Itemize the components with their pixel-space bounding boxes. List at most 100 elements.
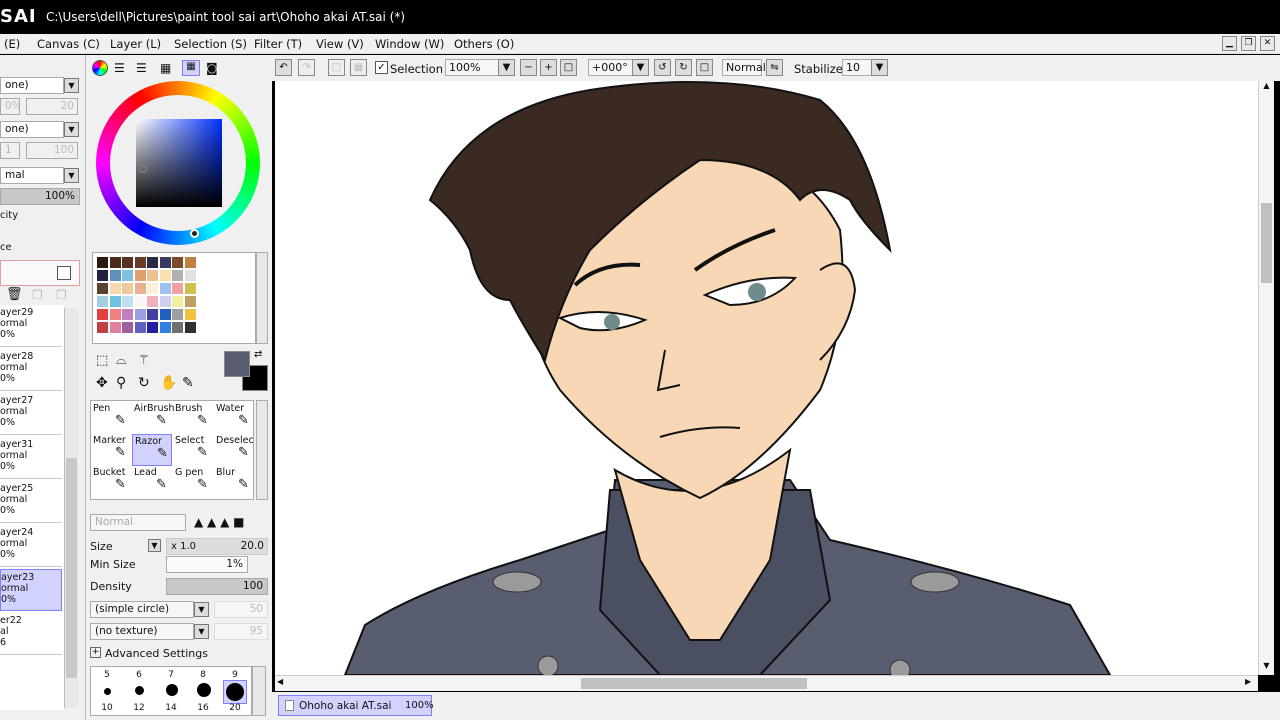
palette-swatch[interactable] bbox=[134, 322, 146, 333]
lasso-icon[interactable]: ⌓ bbox=[116, 353, 126, 368]
layer-item[interactable]: ayer25 ormal 0% bbox=[0, 481, 62, 523]
tool-lead[interactable]: Lead ✎ bbox=[132, 466, 172, 498]
restore-button[interactable]: ❐ bbox=[1241, 36, 1256, 51]
hscroll-thumb[interactable] bbox=[581, 678, 807, 689]
expand-icon[interactable]: + bbox=[90, 647, 101, 658]
palette-swatch[interactable] bbox=[134, 283, 146, 294]
tool-select[interactable]: Select ✎ bbox=[173, 434, 213, 466]
rotate-reset-icon[interactable]: □ bbox=[696, 59, 713, 76]
brush-shape-value[interactable]: 50 bbox=[214, 601, 268, 618]
tool-pen[interactable]: Pen ✎ bbox=[91, 402, 131, 434]
tool-blur[interactable]: Blur ✎ bbox=[214, 466, 253, 498]
menu-window[interactable]: Window (W) bbox=[375, 37, 444, 51]
swatch-palette[interactable] bbox=[92, 252, 256, 344]
palette-swatch[interactable] bbox=[159, 296, 171, 307]
primary-color[interactable] bbox=[224, 351, 250, 377]
palette-swatch[interactable] bbox=[172, 309, 183, 320]
minimize-button[interactable]: ▁ bbox=[1222, 36, 1237, 51]
palette-swatch[interactable] bbox=[122, 270, 133, 281]
palette-swatch[interactable] bbox=[134, 309, 146, 320]
effect-field-b[interactable]: 100 bbox=[26, 142, 78, 159]
size-slider[interactable]: x 1.0 20.0 bbox=[166, 538, 268, 555]
layer-item-selected[interactable]: ayer23 ormal 0% bbox=[0, 569, 62, 611]
palette-swatch[interactable] bbox=[147, 322, 158, 333]
palette-swatch[interactable] bbox=[109, 309, 121, 320]
chevron-down-icon[interactable]: ▼ bbox=[64, 122, 79, 137]
palette-swatch[interactable] bbox=[109, 322, 121, 333]
effect-field[interactable]: 1 bbox=[0, 142, 20, 159]
tool-water[interactable]: Water ✎ bbox=[214, 402, 253, 434]
tool-bucket[interactable]: Bucket ✎ bbox=[91, 466, 131, 498]
palette-swatch[interactable] bbox=[147, 296, 158, 307]
color-wheel[interactable] bbox=[96, 81, 260, 245]
palette-swatch[interactable] bbox=[184, 309, 196, 320]
color-square[interactable] bbox=[136, 119, 222, 207]
zoom-in-icon[interactable]: + bbox=[540, 59, 557, 76]
palette-swatch[interactable] bbox=[184, 270, 196, 281]
blend-mode-combo[interactable]: mal bbox=[0, 167, 64, 184]
palette-swatch[interactable] bbox=[159, 309, 171, 320]
tool-marker[interactable]: Marker ✎ bbox=[91, 434, 131, 466]
palette-swatch[interactable] bbox=[134, 257, 146, 268]
menu-layer[interactable]: Layer (L) bbox=[110, 37, 161, 51]
palette-mode-icon[interactable]: ▦ bbox=[182, 60, 200, 76]
chevron-down-icon[interactable]: ▼ bbox=[871, 59, 888, 76]
palette-swatch[interactable] bbox=[122, 283, 133, 294]
menu-others[interactable]: Others (O) bbox=[454, 37, 514, 51]
tool-g-pen[interactable]: G pen ✎ bbox=[173, 466, 213, 498]
copy-layer-icon[interactable]: ❐ bbox=[32, 288, 43, 302]
hand-icon[interactable]: ✋ bbox=[160, 375, 177, 391]
deselect-icon[interactable]: □ bbox=[328, 59, 345, 76]
preset-scrollbar[interactable] bbox=[252, 666, 266, 716]
palette-swatch[interactable] bbox=[184, 296, 196, 307]
view-mode-field[interactable]: Normal bbox=[722, 59, 766, 76]
trash-icon[interactable]: 🗑 bbox=[6, 287, 23, 302]
rotate-icon[interactable]: ↻ bbox=[138, 375, 150, 391]
brush-dot[interactable] bbox=[197, 683, 211, 697]
selection-checkbox[interactable]: ✓ bbox=[375, 61, 388, 74]
brush-texture-value[interactable]: 95 bbox=[214, 623, 268, 640]
palette-swatch[interactable] bbox=[109, 296, 121, 307]
zoom-icon[interactable]: ⚲ bbox=[116, 375, 126, 391]
palette-swatch[interactable] bbox=[97, 270, 108, 281]
layer-item[interactable]: ayer28 ormal 0% bbox=[0, 349, 62, 391]
layer-item[interactable]: ayer29 ormal 0% bbox=[0, 305, 62, 347]
palette-swatch[interactable] bbox=[184, 257, 196, 268]
palette-swatch[interactable] bbox=[109, 270, 121, 281]
palette-swatch[interactable] bbox=[97, 309, 108, 320]
palette-swatch[interactable] bbox=[159, 322, 171, 333]
palette-scrollbar[interactable] bbox=[256, 252, 268, 344]
chevron-down-icon[interactable]: ▼ bbox=[64, 78, 79, 93]
min-size-slider[interactable]: 1% bbox=[166, 556, 248, 573]
palette-swatch[interactable] bbox=[147, 270, 158, 281]
brush-dot[interactable] bbox=[104, 688, 111, 695]
edge-hardness-icon[interactable]: ▲ ▲ ▲ ■ bbox=[194, 515, 244, 529]
palette-swatch[interactable] bbox=[122, 257, 133, 268]
menu-filter[interactable]: Filter (T) bbox=[254, 37, 302, 51]
layer-item[interactable]: er22 al 6 bbox=[0, 613, 62, 655]
brush-dot[interactable] bbox=[135, 686, 144, 695]
invert-selection-icon[interactable]: ▦ bbox=[350, 59, 367, 76]
palette-swatch[interactable] bbox=[122, 296, 133, 307]
swatch-mode-icon[interactable]: ▦ bbox=[160, 61, 171, 75]
chevron-down-icon[interactable]: ▼ bbox=[194, 624, 209, 639]
palette-swatch[interactable] bbox=[147, 283, 158, 294]
close-button[interactable]: ✕ bbox=[1260, 36, 1275, 51]
vscroll-thumb[interactable] bbox=[1261, 203, 1272, 283]
canvas-vscrollbar[interactable]: ▲ ▼ bbox=[1258, 81, 1274, 675]
palette-swatch[interactable] bbox=[184, 322, 196, 333]
palette-swatch[interactable] bbox=[147, 257, 158, 268]
zoom-field[interactable]: 100% bbox=[445, 59, 499, 76]
zoom-out-icon[interactable]: − bbox=[520, 59, 537, 76]
brush-texture-combo[interactable]: (no texture) bbox=[90, 623, 194, 640]
magic-wand-icon[interactable]: ⚚ bbox=[138, 353, 150, 368]
palette-swatch[interactable] bbox=[109, 283, 121, 294]
menu-canvas[interactable]: Canvas (C) bbox=[37, 37, 100, 51]
palette-swatch[interactable] bbox=[122, 309, 133, 320]
chevron-down-icon[interactable]: ▼ bbox=[64, 168, 79, 183]
eyedropper-icon[interactable]: ✎ bbox=[182, 375, 194, 391]
layer-scrollbar[interactable] bbox=[64, 308, 78, 708]
layer-scroll-thumb[interactable] bbox=[66, 458, 77, 678]
palette-swatch[interactable] bbox=[122, 322, 133, 333]
new-layer-icon[interactable] bbox=[57, 266, 71, 280]
